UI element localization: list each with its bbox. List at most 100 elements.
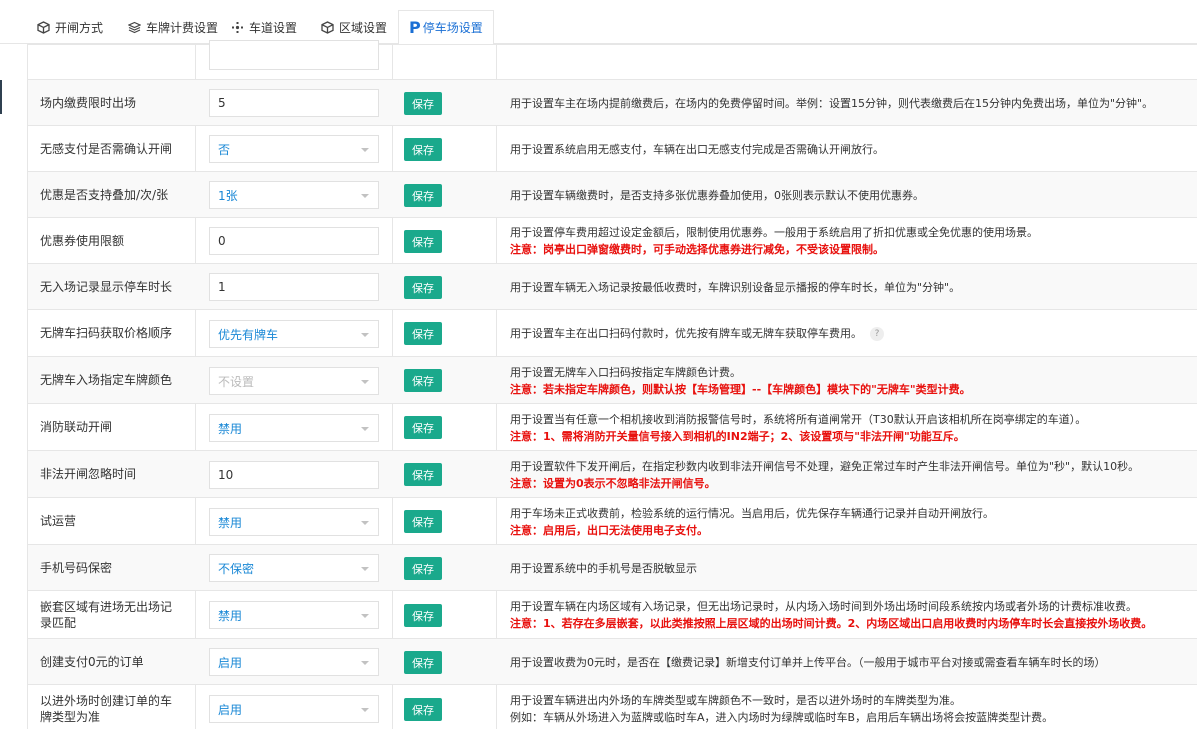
tab-label: 停车场设置 — [422, 21, 483, 35]
table-row: 以进外场时创建订单的车牌类型为准 启用 保存 用于设置车辆进出内外场的车牌类型或车牌颜… — [28, 685, 1197, 729]
description-line: 用于设置停车费用超过设定金额后，限制使用优惠券。一般用于系统启用了折扣优惠或全免… — [510, 226, 1038, 239]
description-text: 用于设置车辆在内场区域有入场记录，但无出场记录时，从内场入场时间到外场出场时间段… — [510, 598, 1190, 615]
table-row: 手机号码保密 不保密 保存 用于设置系统中的手机号是否脱敏显示 — [28, 545, 1197, 591]
table-row: 创建支付0元的订单 启用 保存 用于设置收费为0元时，是否在【缴费记录】新增支付订单并… — [28, 639, 1197, 685]
setting-description: 用于设置当有任意一个相机接收到消防报警信号时，系统将所有道闸常开（T30默认开启… — [510, 411, 1190, 445]
table-row: 场内缴费限时出场 5 保存 用于设置车主在场内提前缴费后，在场内的免费停留时间。举例：… — [28, 80, 1197, 126]
setting-label: 无入场记录显示停车时长 — [40, 279, 173, 294]
setting-value: 0 — [218, 234, 226, 248]
tab-label: 车牌计费设置 — [146, 20, 219, 35]
sidebar-active-marker — [0, 80, 2, 114]
setting-input[interactable]: 0 — [209, 227, 379, 255]
warning-note: 注意：设置为0表示不忽略非法开闸信号。 — [510, 477, 716, 490]
save-button[interactable]: 保存 — [404, 369, 442, 392]
setting-value: 禁用 — [218, 608, 243, 623]
save-button[interactable]: 保存 — [404, 322, 442, 345]
table-row: 消防联动开闸 禁用 保存 用于设置当有任意一个相机接收到消防报警信号时，系统将所有道闸… — [28, 404, 1197, 451]
setting-select[interactable]: 启用 — [209, 648, 379, 676]
tab-parking-settings[interactable]: P 停车场设置 — [398, 10, 494, 45]
cube-icon — [320, 20, 334, 34]
setting-select[interactable]: 优先有牌车 — [209, 320, 379, 348]
setting-label: 嵌套区域有进场无出场记录匹配 — [40, 599, 173, 630]
lane-icon — [230, 20, 244, 34]
setting-value: 不设置 — [218, 374, 255, 389]
save-button[interactable]: 保存 — [404, 276, 442, 299]
setting-select[interactable]: 禁用 — [209, 508, 379, 536]
setting-value: 10 — [218, 468, 234, 482]
setting-label: 优惠券使用限额 — [40, 233, 125, 248]
warning-note: 注意：岗亭出口弹窗缴费时，可手动选择优惠券进行减免，不受该设置限制。 — [510, 243, 884, 256]
tab-label: 车道设置 — [249, 20, 298, 35]
description-line: 用于设置车辆进出内外场的车牌类型或车牌颜色不一致时，是否以进外场时的车牌类型为准… — [510, 694, 961, 707]
setting-select[interactable]: 否 — [209, 135, 379, 163]
setting-value: 1张 — [218, 188, 238, 203]
setting-description: 用于设置无牌车入口扫码按指定车牌颜色计费。 注意：若未指定车牌颜色，则默认按【车场… — [510, 364, 1190, 398]
description-line: 用于设置软件下发开闸后，在指定秒数内收到非法开闸信号不处理，避免正常过车时产生非… — [510, 460, 1140, 473]
setting-value: 优先有牌车 — [218, 327, 279, 342]
chevron-down-icon — [361, 427, 369, 431]
chevron-down-icon — [361, 708, 369, 712]
setting-select[interactable]: 禁用 — [209, 414, 379, 442]
table-row — [28, 40, 1197, 80]
chevron-down-icon — [361, 567, 369, 571]
chevron-down-icon — [361, 661, 369, 665]
setting-description: 用于设置软件下发开闸后，在指定秒数内收到非法开闸信号不处理，避免正常过车时产生非… — [510, 458, 1190, 492]
setting-select[interactable]: 1张 — [209, 181, 379, 209]
save-button[interactable]: 保存 — [404, 557, 442, 580]
description-text: 用于设置车辆进出内外场的车牌类型或车牌颜色不一致时，是否以进外场时的车牌类型为准… — [510, 692, 1190, 709]
save-button[interactable]: 保存 — [404, 184, 442, 207]
setting-select[interactable]: 不保密 — [209, 554, 379, 582]
save-button[interactable]: 保存 — [404, 604, 442, 627]
setting-description: 用于车场未正式收费前，检验系统的运行情况。当启用后，优先保存车辆通行记录并自动开… — [510, 505, 1190, 539]
save-button[interactable]: 保存 — [404, 463, 442, 486]
setting-input[interactable] — [209, 40, 379, 70]
setting-value: 启用 — [218, 702, 243, 717]
table-row: 优惠是否支持叠加/次/张 1张 保存 用于设置车辆缴费时，是否支持多张优惠券叠加使用，… — [28, 172, 1197, 218]
save-button[interactable]: 保存 — [404, 138, 442, 161]
save-button[interactable]: 保存 — [404, 230, 442, 253]
chevron-down-icon — [361, 614, 369, 618]
setting-value: 不保密 — [218, 561, 255, 576]
tab-area-settings[interactable]: 区域设置 — [320, 10, 387, 44]
table-row: 非法开闸忽略时间 10 保存 用于设置软件下发开闸后，在指定秒数内收到非法开闸信号不处… — [28, 451, 1197, 498]
chevron-down-icon — [361, 333, 369, 337]
warning-note: 注意：1、需将消防开关量信号接入到相机的IN2端子；2、该设置项与"非法开闸"功… — [510, 430, 965, 443]
sidebar-edge — [0, 44, 28, 729]
setting-description: 用于设置车辆在内场区域有入场记录，但无出场记录时，从内场入场时间到外场出场时间段… — [510, 598, 1190, 632]
tab-plate-billing[interactable]: 车牌计费设置 — [127, 10, 218, 44]
setting-label: 非法开闸忽略时间 — [40, 467, 137, 481]
setting-label: 无牌车入场指定车牌颜色 — [40, 373, 173, 387]
save-button[interactable]: 保存 — [404, 651, 442, 674]
save-button[interactable]: 保存 — [404, 698, 442, 721]
setting-input[interactable]: 10 — [209, 461, 379, 489]
setting-description: 用于设置车辆进出内外场的车牌类型或车牌颜色不一致时，是否以进外场时的车牌类型为准… — [510, 692, 1190, 726]
description-line: 用于设置车主在出口扫码付款时，优先按有牌车或无牌车获取停车费用。 — [510, 327, 862, 340]
setting-select[interactable]: 启用 — [209, 695, 379, 723]
description-text: 用于设置收费为0元时，是否在【缴费记录】新增支付订单并上传平台。（一般用于城市平… — [510, 654, 1190, 671]
save-button[interactable]: 保存 — [404, 416, 442, 439]
tab-lane-settings[interactable]: 车道设置 — [230, 10, 297, 44]
setting-label: 无牌车扫码获取价格顺序 — [40, 326, 173, 340]
tab-gate-mode[interactable]: 开闸方式 — [36, 10, 103, 44]
table-row: 嵌套区域有进场无出场记录匹配 禁用 保存 用于设置车辆在内场区域有入场记录，但无出场记… — [28, 591, 1197, 639]
save-button[interactable]: 保存 — [404, 510, 442, 533]
setting-select[interactable]: 禁用 — [209, 601, 379, 629]
description-text: 用于设置停车费用超过设定金额后，限制使用优惠券。一般用于系统启用了折扣优惠或全免… — [510, 224, 1190, 241]
description-line: 用于车场未正式收费前，检验系统的运行情况。当启用后，优先保存车辆通行记录并自动开… — [510, 507, 994, 520]
setting-label: 试运营 — [40, 514, 77, 528]
description-line: 用于设置车辆缴费时，是否支持多张优惠券叠加使用，0张则表示默认不使用优惠券。 — [510, 189, 924, 202]
description-line: 用于设置当有任意一个相机接收到消防报警信号时，系统将所有道闸常开（T30默认开启… — [510, 413, 1087, 426]
description-text: 用于设置车辆无入场记录按最低收费时，车牌识别设备显示播报的停车时长，单位为"分钟… — [510, 279, 1190, 296]
setting-select[interactable]: 不设置 — [209, 367, 379, 395]
save-button[interactable]: 保存 — [404, 92, 442, 115]
description-text: 用于设置当有任意一个相机接收到消防报警信号时，系统将所有道闸常开（T30默认开启… — [510, 411, 1190, 428]
setting-description: 用于设置停车费用超过设定金额后，限制使用优惠券。一般用于系统启用了折扣优惠或全免… — [510, 224, 1190, 258]
parking-icon: P — [409, 18, 421, 37]
setting-description: 用于设置系统启用无感支付，车辆在出口无感支付完成是否需确认开闸放行。 — [510, 141, 1190, 158]
chevron-down-icon — [361, 194, 369, 198]
setting-input[interactable]: 1 — [209, 273, 379, 301]
setting-label: 优惠是否支持叠加/次/张 — [40, 187, 169, 202]
description-text: 用于设置软件下发开闸后，在指定秒数内收到非法开闸信号不处理，避免正常过车时产生非… — [510, 458, 1190, 475]
help-icon[interactable]: ? — [870, 327, 884, 341]
setting-input[interactable]: 5 — [209, 89, 379, 117]
